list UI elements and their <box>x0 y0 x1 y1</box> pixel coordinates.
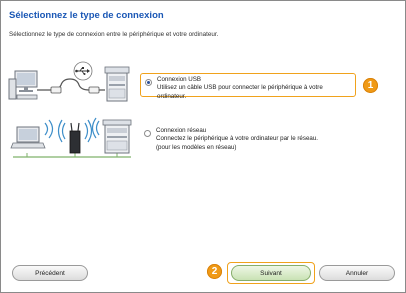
callout-badge-2: 2 <box>207 264 222 279</box>
network-connection-option[interactable]: Connexion réseau Connectez le périphériq… <box>140 127 340 157</box>
usb-option-title: Connexion USB <box>157 76 202 83</box>
wifi-icon <box>91 117 100 139</box>
network-radio-button[interactable] <box>144 130 151 137</box>
usb-icon <box>73 61 93 81</box>
usb-connection-illustration <box>8 61 130 102</box>
usb-option-description: Utilisez un câble USB pour connecter le … <box>157 84 323 100</box>
page-title: Sélectionnez le type de connexion <box>9 10 164 21</box>
usb-radio-button[interactable] <box>145 79 152 86</box>
previous-button[interactable]: Précédent <box>12 265 88 281</box>
wifi-icon <box>44 119 54 139</box>
router-icon <box>69 122 81 154</box>
network-option-note: (pour les modèles en réseau) <box>156 143 237 151</box>
printer-icon <box>104 66 130 102</box>
network-option-title: Connexion réseau <box>156 127 207 134</box>
computer-icon <box>10 126 46 149</box>
page-subtitle: Sélectionnez le type de connexion entre … <box>9 31 219 38</box>
next-button[interactable]: Suivant <box>231 265 311 281</box>
computer-icon <box>8 70 38 100</box>
network-connection-illustration <box>10 117 132 158</box>
network-option-description: Connectez le périphérique à votre ordina… <box>156 135 319 143</box>
printer-icon <box>102 119 132 154</box>
connection-type-dialog: Sélectionnez le type de connexion Sélect… <box>0 0 406 293</box>
usb-connection-option[interactable]: Connexion USB Utilisez un câble USB pour… <box>140 73 356 100</box>
cancel-button[interactable]: Annuler <box>319 265 395 281</box>
callout-badge-1: 1 <box>363 78 378 93</box>
